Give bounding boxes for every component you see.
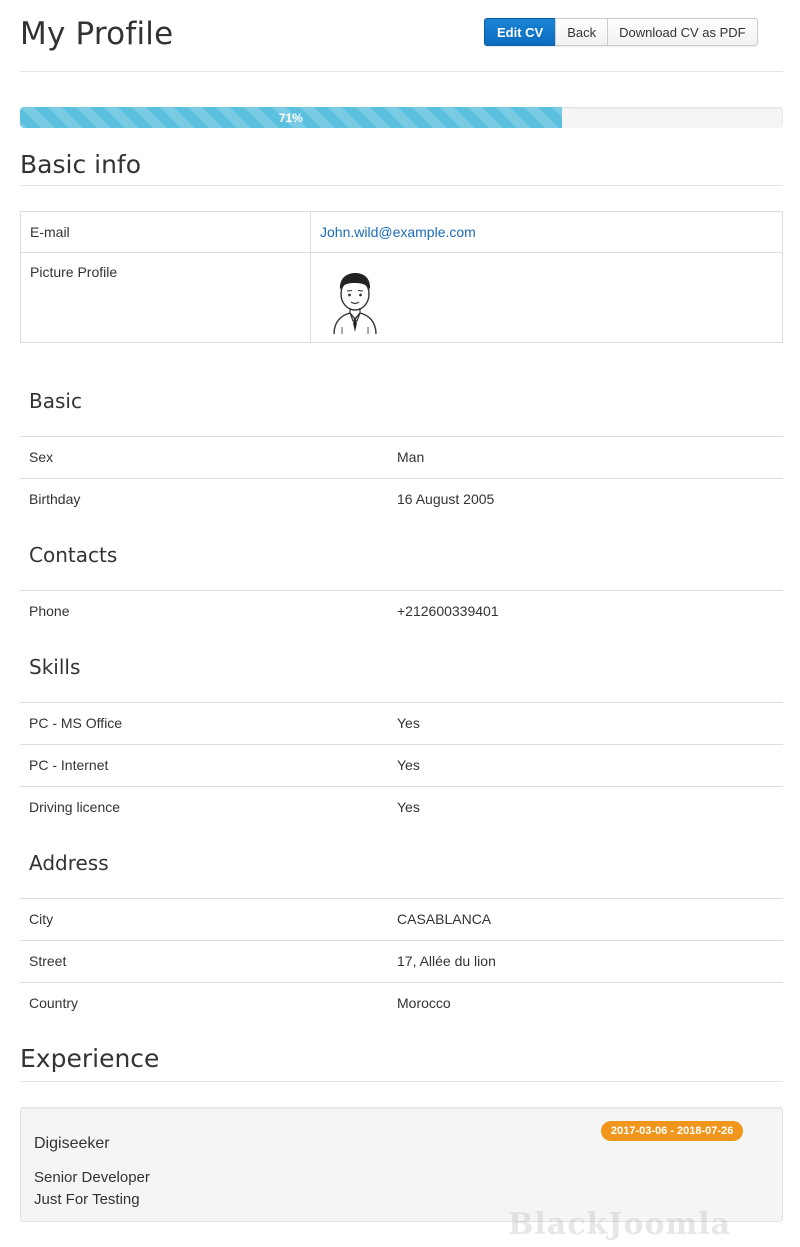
basic-heading: Basic bbox=[29, 389, 82, 413]
email-link[interactable]: John.wild@example.com bbox=[320, 224, 476, 240]
page-title: My Profile bbox=[20, 16, 174, 52]
skills-heading: Skills bbox=[29, 655, 81, 679]
basic-info-heading: Basic info bbox=[20, 150, 142, 179]
internet-value: Yes bbox=[397, 757, 420, 773]
birthday-label: Birthday bbox=[29, 491, 81, 507]
email-row: E-mail John.wild@example.com bbox=[20, 211, 783, 253]
table-row: City CASABLANCA bbox=[20, 898, 783, 940]
email-cell: John.wild@example.com bbox=[310, 211, 783, 253]
city-value: CASABLANCA bbox=[397, 911, 492, 927]
birthday-value: 16 August 2005 bbox=[397, 491, 495, 507]
header-divider bbox=[20, 71, 783, 72]
phone-label: Phone bbox=[29, 603, 70, 619]
watermark-logo: BlackJoomla bbox=[508, 1207, 732, 1242]
city-label: City bbox=[29, 911, 54, 927]
experience-dates-badge: 2017-03-06 - 2018-07-26 bbox=[601, 1121, 744, 1141]
phone-value: +212600339401 bbox=[397, 603, 499, 619]
basic-info-table: E-mail John.wild@example.com Picture Pro… bbox=[20, 211, 783, 343]
driving-licence-value: Yes bbox=[397, 799, 420, 815]
table-row: Street 17, Allée du lion bbox=[20, 940, 783, 982]
driving-licence-label: Driving licence bbox=[29, 799, 121, 815]
edit-cv-button[interactable]: Edit CV bbox=[484, 18, 557, 46]
picture-label: Picture Profile bbox=[20, 252, 311, 343]
sex-label: Sex bbox=[29, 449, 54, 465]
country-value: Morocco bbox=[397, 995, 451, 1011]
download-cv-pdf-button[interactable]: Download CV as PDF bbox=[607, 18, 758, 46]
experience-description: Just For Testing bbox=[34, 1191, 140, 1208]
experience-card: Digiseeker 2017-03-06 - 2018-07-26 Senio… bbox=[20, 1107, 783, 1222]
experience-position: Senior Developer bbox=[34, 1169, 150, 1186]
street-value: 17, Allée du lion bbox=[397, 953, 496, 969]
table-row: PC - Internet Yes bbox=[20, 744, 783, 786]
experience-company: Digiseeker bbox=[34, 1135, 110, 1152]
basic-info-divider bbox=[20, 185, 783, 186]
country-label: Country bbox=[29, 995, 79, 1011]
table-row: Birthday 16 August 2005 bbox=[20, 478, 783, 520]
profile-actions: Edit CV Back Download CV as PDF bbox=[484, 18, 758, 46]
contacts-heading: Contacts bbox=[29, 543, 118, 567]
sex-value: Man bbox=[397, 449, 425, 465]
experience-heading: Experience bbox=[20, 1044, 160, 1073]
experience-divider bbox=[20, 1081, 783, 1082]
picture-row: Picture Profile bbox=[20, 252, 783, 343]
table-row: Country Morocco bbox=[20, 982, 783, 1024]
avatar-icon bbox=[333, 273, 377, 335]
table-row: Phone +212600339401 bbox=[20, 590, 783, 632]
profile-progress: 71% bbox=[20, 107, 783, 128]
email-label: E-mail bbox=[20, 211, 311, 253]
address-heading: Address bbox=[29, 851, 109, 875]
street-label: Street bbox=[29, 953, 67, 969]
ms-office-label: PC - MS Office bbox=[29, 715, 123, 731]
ms-office-value: Yes bbox=[397, 715, 420, 731]
picture-cell bbox=[310, 252, 783, 343]
internet-label: PC - Internet bbox=[29, 757, 109, 773]
progress-bar-fill: 71% bbox=[20, 107, 562, 128]
table-row: PC - MS Office Yes bbox=[20, 702, 783, 744]
back-button[interactable]: Back bbox=[555, 18, 609, 46]
table-row: Driving licence Yes bbox=[20, 786, 783, 828]
table-row: Sex Man bbox=[20, 436, 783, 478]
